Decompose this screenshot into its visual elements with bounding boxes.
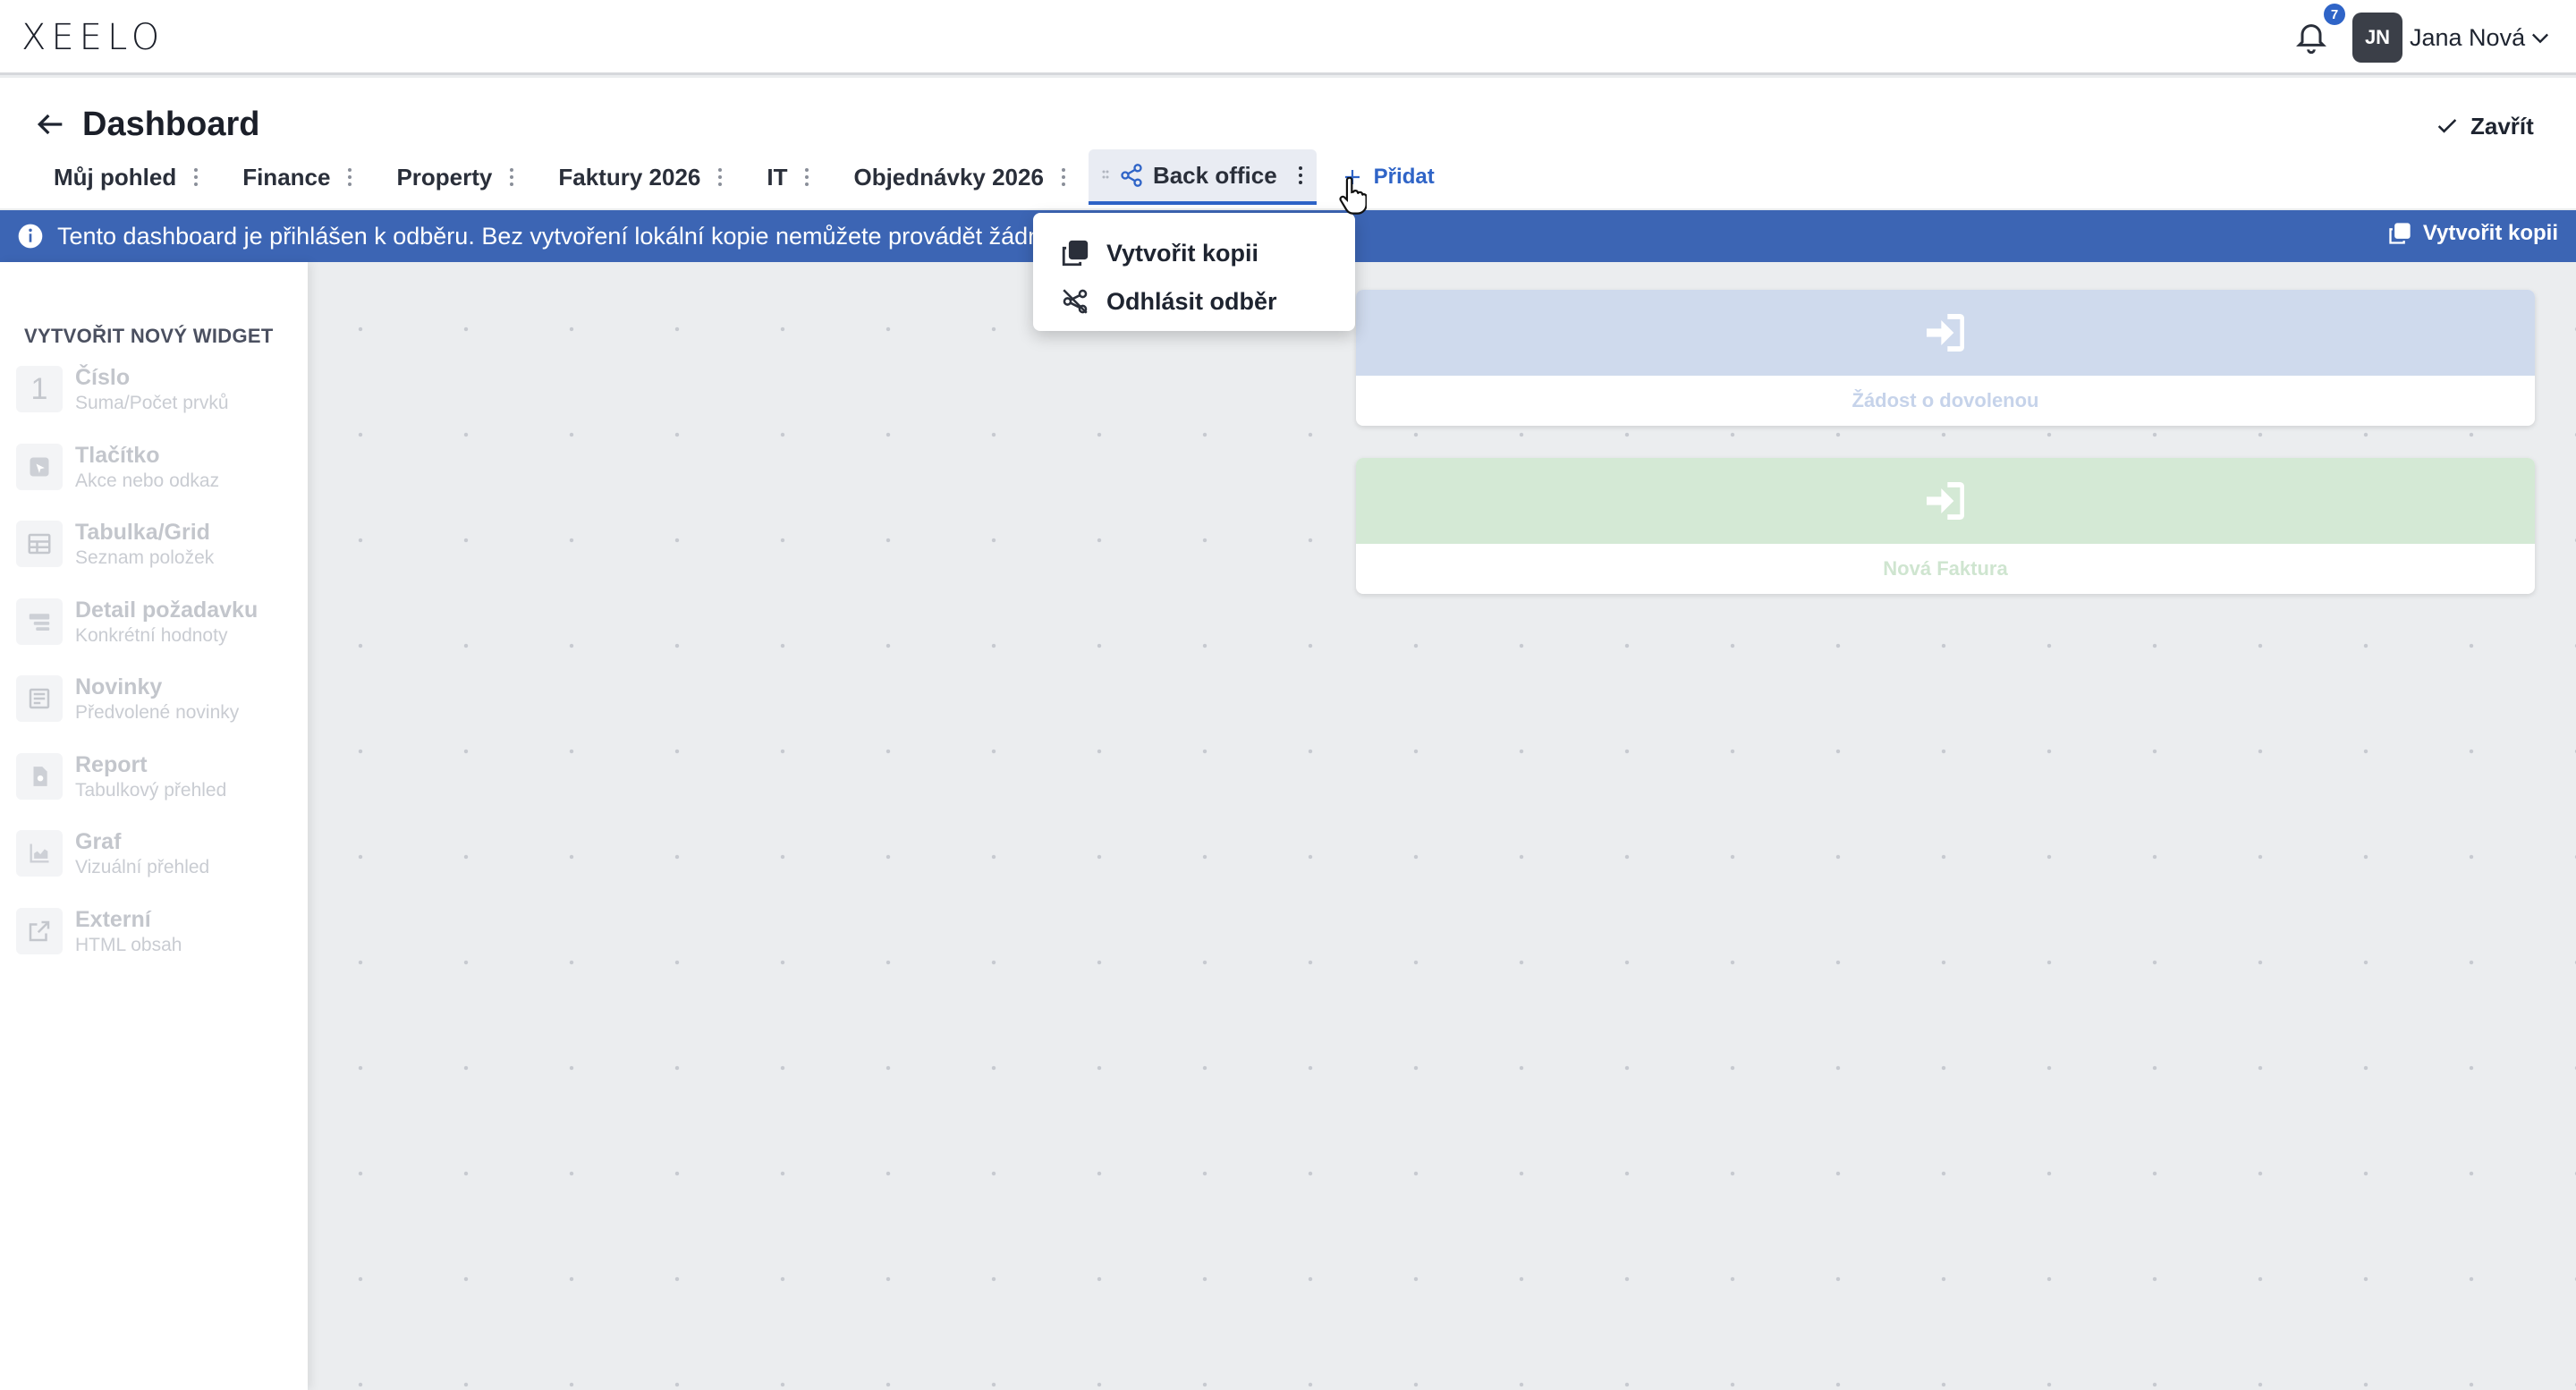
more-vertical-icon[interactable] [508, 165, 515, 189]
dashboard-header: Dashboard Zavřít Můj pohled Finance Prop… [0, 78, 2576, 208]
widget-type-name: Detail požadavku [75, 597, 258, 623]
tab-label: Faktury 2026 [558, 163, 701, 191]
banner-message: Tento dashboard je přihlášen k odběru. B… [57, 222, 1055, 250]
widget-type-report[interactable]: Report Tabulkový přehled [16, 751, 258, 829]
tab-back-office[interactable]: Back office [1088, 149, 1317, 205]
tab-objednavky-2026[interactable]: Objednávky 2026 [832, 149, 1088, 205]
widget-type-news[interactable]: Novinky Předvolené novinky [16, 674, 258, 751]
widget-type-name: Číslo [75, 365, 131, 390]
widget-new-invoice[interactable]: Nová Faktura [1356, 458, 2535, 594]
tab-label: Property [396, 163, 493, 191]
login-arrow-icon [1927, 314, 1964, 352]
widget-sidebar: VYTVOŘIT NOVÝ WIDGET 1 Číslo Suma/Počet … [0, 262, 308, 1390]
widget-type-name: Tlačítko [75, 442, 160, 468]
add-tab-label: Přidat [1373, 165, 1435, 189]
logo-text: XEELO [21, 17, 165, 58]
hand-cursor-icon [1339, 177, 1367, 215]
widget-type-name: Externí [75, 906, 151, 932]
dashboard-tabs: Můj pohled Finance Property Faktury 2026… [32, 149, 1460, 205]
unsubscribe-icon [1063, 289, 1088, 314]
widget-type-desc: Vizuální přehled [75, 857, 210, 877]
close-button[interactable]: Zavřít [2435, 108, 2534, 144]
widget-type-desc: HTML obsah [75, 934, 182, 955]
chart-icon [16, 830, 63, 877]
drag-handle-icon[interactable] [1101, 166, 1110, 184]
share-icon [1121, 164, 1142, 187]
info-icon [18, 224, 43, 249]
report-icon [16, 752, 63, 800]
xeelo-logo[interactable]: XEELO [21, 14, 165, 61]
notification-badge: 7 [2324, 4, 2345, 25]
menu-item-create-copy[interactable]: Vytvořit kopii [1033, 229, 1355, 277]
widget-type-request-detail[interactable]: Detail požadavku Konkrétní hodnoty [16, 597, 258, 674]
tab-label: IT [767, 163, 788, 191]
widget-type-number[interactable]: 1 Číslo Suma/Počet prvků [16, 364, 258, 442]
top-bar: XEELO 7 JN Jana Nová [0, 0, 2576, 75]
tab-finance[interactable]: Finance [221, 149, 375, 205]
tab-label: Back office [1152, 161, 1277, 189]
tab-it[interactable]: IT [745, 149, 832, 205]
avatar[interactable]: JN [2352, 13, 2402, 63]
tab-faktury-2026[interactable]: Faktury 2026 [537, 149, 745, 205]
widget-type-desc: Suma/Počet prvků [75, 393, 229, 413]
widget-list: 1 Číslo Suma/Počet prvků Tlačítko Akce n… [16, 364, 258, 983]
dashboard-canvas[interactable] [308, 262, 2576, 1390]
table-icon [16, 521, 63, 567]
more-vertical-icon[interactable] [716, 165, 724, 189]
widget-type-name: Tabulka/Grid [75, 520, 210, 545]
tab-context-menu: Vytvořit kopii Odhlásit odběr [1033, 213, 1355, 331]
copy-icon [2389, 223, 2411, 244]
menu-item-label: Vytvořit kopii [1106, 239, 1259, 267]
widget-type-chart[interactable]: Graf Vizuální přehled [16, 828, 258, 906]
chevron-down-icon[interactable] [2528, 25, 2553, 50]
widget-type-desc: Akce nebo odkaz [75, 470, 220, 491]
widget-vacation-request[interactable]: Žádost o dovolenou [1356, 290, 2535, 426]
widget-header [1356, 458, 2535, 544]
widget-type-table[interactable]: Tabulka/Grid Seznam položek [16, 519, 258, 597]
widget-label: Nová Faktura [1883, 557, 2008, 580]
widget-type-name: Report [75, 751, 148, 777]
more-vertical-icon[interactable] [803, 165, 810, 189]
tab-property[interactable]: Property [375, 149, 537, 205]
tab-label: Můj pohled [54, 163, 177, 191]
widget-type-desc: Seznam položek [75, 547, 215, 568]
copy-icon [1062, 240, 1089, 267]
tab-muj-pohled[interactable]: Můj pohled [32, 149, 221, 205]
page-title: Dashboard [82, 106, 260, 143]
widget-type-button[interactable]: Tlačítko Akce nebo odkaz [16, 442, 258, 520]
widget-header [1356, 290, 2535, 376]
login-arrow-icon [1927, 482, 1964, 520]
more-vertical-icon[interactable] [346, 165, 353, 189]
widget-type-desc: Tabulkový přehled [75, 779, 227, 801]
widget-label: Žádost o dovolenou [1852, 389, 2039, 411]
bell-icon[interactable] [2293, 20, 2329, 55]
create-copy-button[interactable]: Vytvořit kopii [2387, 221, 2558, 246]
tab-label: Finance [242, 163, 331, 191]
sidebar-title: VYTVOŘIT NOVÝ WIDGET [24, 325, 274, 347]
news-icon [16, 675, 63, 722]
widget-type-desc: Předvolené novinky [75, 702, 240, 723]
menu-item-unsubscribe[interactable]: Odhlásit odběr [1033, 277, 1355, 326]
menu-item-label: Odhlásit odběr [1106, 287, 1277, 315]
more-vertical-icon[interactable] [192, 165, 199, 189]
user-name[interactable]: Jana Nová [2410, 20, 2525, 55]
widget-type-desc: Konkrétní hodnoty [75, 624, 228, 646]
widget-type-name: Novinky [75, 674, 163, 699]
more-vertical-icon[interactable] [1297, 164, 1304, 187]
number-icon: 1 [16, 366, 63, 412]
widget-type-name: Graf [75, 829, 122, 854]
external-icon [16, 907, 63, 954]
check-icon [2437, 119, 2457, 133]
detail-icon [16, 598, 63, 645]
create-copy-label: Vytvořit kopii [2422, 221, 2558, 245]
close-label: Zavřít [2470, 112, 2534, 140]
tab-label: Objednávky 2026 [853, 163, 1044, 191]
widget-type-external[interactable]: Externí HTML obsah [16, 906, 258, 984]
more-vertical-icon[interactable] [1060, 165, 1067, 189]
back-arrow-icon[interactable] [32, 106, 68, 142]
button-icon [16, 443, 63, 490]
